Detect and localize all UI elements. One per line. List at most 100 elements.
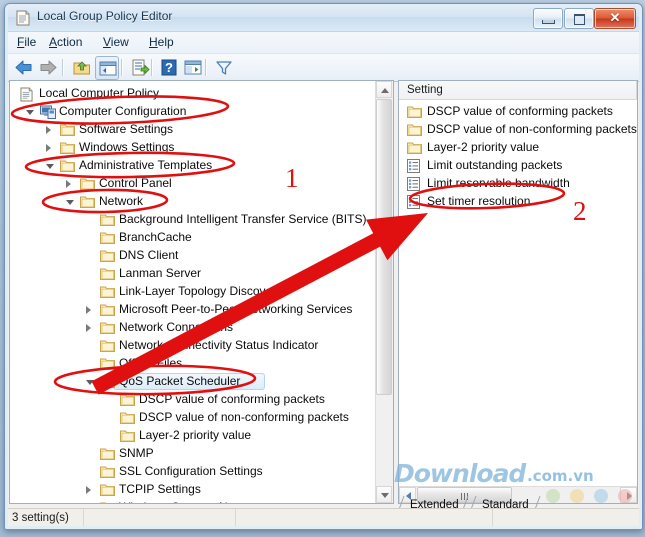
close-button[interactable]: ✕ [594, 8, 636, 29]
tree-item-network[interactable]: Network [10, 193, 377, 211]
tree-item-lanman-server[interactable]: Lanman Server [10, 265, 377, 283]
policy-setting-icon [407, 159, 420, 173]
chevron-down-icon[interactable] [26, 110, 34, 115]
back-icon[interactable] [13, 57, 35, 78]
tree-item-background-intelligent-transfer-service-bits[interactable]: Background Intelligent Transfer Service … [10, 211, 377, 229]
toolbar-divider-1 [62, 59, 64, 76]
chevron-right-icon[interactable] [86, 324, 91, 332]
filter-icon[interactable] [213, 57, 235, 78]
tree-item-label: SSL Configuration Settings [119, 464, 263, 478]
setting-row[interactable]: DSCP value of non-conforming packets [403, 121, 637, 139]
setting-label: Limit outstanding packets [427, 158, 563, 172]
tree-item-dns-client[interactable]: DNS Client [10, 247, 377, 265]
setting-label: DSCP value of conforming packets [427, 104, 613, 118]
tree-scroll-thumb[interactable] [376, 99, 392, 395]
tree-item-dscp-value-of-non-conforming-packets[interactable]: DSCP value of non-conforming packets [10, 409, 377, 427]
maximize-button[interactable] [564, 8, 594, 29]
export-list-icon[interactable] [129, 57, 151, 78]
chevron-right-icon[interactable] [46, 144, 51, 152]
chevron-down-icon[interactable] [66, 200, 74, 205]
menu-file[interactable]: File [15, 35, 38, 49]
tree-item-label: Windows Connect Now [119, 500, 243, 503]
tree-item-dscp-value-of-conforming-packets[interactable]: DSCP value of conforming packets [10, 391, 377, 409]
setting-row[interactable]: Layer-2 priority value [403, 139, 635, 157]
tree-item-software-settings[interactable]: Software Settings [10, 121, 377, 139]
up-folder-icon[interactable] [71, 57, 93, 78]
tree-item-label: Windows Settings [79, 140, 175, 154]
column-header-divider [636, 81, 637, 99]
status-divider-1 [83, 509, 84, 529]
tree-item-local-computer-policy[interactable]: Local Computer Policy [10, 85, 377, 103]
chevron-right-icon[interactable] [86, 486, 91, 494]
tree-item-label: Control Panel [99, 176, 172, 190]
help-icon[interactable]: ? [158, 57, 180, 78]
tree-item-label: Lanman Server [119, 266, 202, 280]
tree-item-branchcache[interactable]: BranchCache [10, 229, 377, 247]
toolbar-divider-4 [205, 59, 207, 76]
tree-vertical-scrollbar[interactable] [375, 81, 393, 503]
setting-row[interactable]: DSCP value of conforming packets [403, 103, 635, 121]
folder-icon [407, 123, 422, 137]
chevron-down-icon [381, 493, 389, 498]
folder-icon [407, 105, 422, 119]
title-bar: Local Group Policy Editor ✕ [5, 4, 642, 32]
menu-view[interactable]: View [101, 35, 131, 49]
menu-help[interactable]: Help [147, 35, 176, 49]
setting-row[interactable]: Set timer resolution [403, 193, 635, 211]
folder-icon [407, 141, 422, 155]
tree-item-link-layer-topology-discovery[interactable]: Link-Layer Topology Discovery [10, 283, 377, 301]
setting-row[interactable]: Limit reservable bandwidth [403, 175, 635, 193]
tree-item-network-connections[interactable]: Network Connections [10, 319, 377, 337]
properties-icon[interactable] [182, 57, 204, 78]
chevron-right-icon[interactable] [46, 126, 51, 134]
tree-scroll-region[interactable]: Local Computer Policy Computer Configurat… [10, 81, 377, 503]
tree-item-label: Background Intelligent Transfer Service … [119, 212, 367, 226]
tree-item-label: Link-Layer Topology Discovery [119, 284, 283, 298]
settings-list-pane: Setting DSCP value of conforming packets… [398, 80, 638, 504]
tree-item-windows-connect-now[interactable]: Windows Connect Now [10, 499, 377, 503]
tree-item-computer-configuration[interactable]: Computer Configuration [10, 103, 377, 121]
folder-icon [100, 285, 115, 298]
tree-item-offline-files[interactable]: Offline Files [10, 355, 377, 373]
tree-item-qos-packet-scheduler[interactable]: QoS Packet Scheduler [10, 373, 377, 391]
folder-icon [100, 483, 115, 496]
chevron-down-icon[interactable] [86, 380, 94, 385]
chevron-right-icon[interactable] [86, 306, 91, 314]
tree-item-control-panel[interactable]: Control Panel [10, 175, 377, 193]
tree-item-microsoft-peer-to-peer-networking-services[interactable]: Microsoft Peer-to-Peer Networking Servic… [10, 301, 377, 319]
folder-icon [80, 195, 95, 208]
folder-icon [100, 447, 115, 460]
settings-column-header-label: Setting [407, 84, 443, 96]
tree-item-label: Offline Files [119, 356, 183, 370]
minimize-button[interactable] [533, 8, 563, 29]
tree-item-snmp[interactable]: SNMP [10, 445, 377, 463]
toolbar-divider-2 [121, 59, 123, 76]
tree-item-label: Network [99, 194, 144, 208]
tree-item-administrative-templates[interactable]: Administrative Templates [10, 157, 377, 175]
policy-setting-icon [407, 195, 420, 209]
tree-item-label: Network Connectivity Status Indicator [119, 338, 319, 352]
tree-item-label: BranchCache [119, 230, 192, 244]
settings-column-header[interactable]: Setting [399, 81, 637, 100]
local-group-policy-editor-window: Local Group Policy Editor ✕ File Action … [4, 3, 643, 530]
tree-item-windows-settings[interactable]: Windows Settings [10, 139, 377, 157]
tree-item-network-connectivity-status-indicator[interactable]: Network Connectivity Status Indicator [10, 337, 377, 355]
setting-row[interactable]: Limit outstanding packets [403, 157, 635, 175]
tree-item-layer-2-priority-value[interactable]: Layer-2 priority value [10, 427, 377, 445]
folder-icon [100, 249, 115, 262]
forward-icon[interactable] [37, 57, 59, 78]
chevron-right-icon[interactable] [66, 180, 71, 188]
menu-bar: File Action View Help [5, 32, 642, 54]
tree-scroll-down-button[interactable] [376, 486, 392, 503]
folder-icon [100, 213, 115, 226]
tree-item-tcpip-settings[interactable]: TCPIP Settings [10, 481, 377, 499]
content-area: Local Computer Policy Computer Configurat… [9, 80, 638, 504]
show-hide-tree-icon[interactable] [95, 56, 119, 80]
chevron-down-icon[interactable] [46, 164, 54, 169]
menu-action[interactable]: Action [47, 35, 84, 49]
tree-scroll-up-button[interactable] [376, 81, 392, 98]
folder-icon [100, 231, 115, 244]
tree-item-ssl-configuration-settings[interactable]: SSL Configuration Settings [10, 463, 377, 481]
setting-label: Set timer resolution [427, 194, 531, 208]
folder-icon [60, 123, 75, 136]
